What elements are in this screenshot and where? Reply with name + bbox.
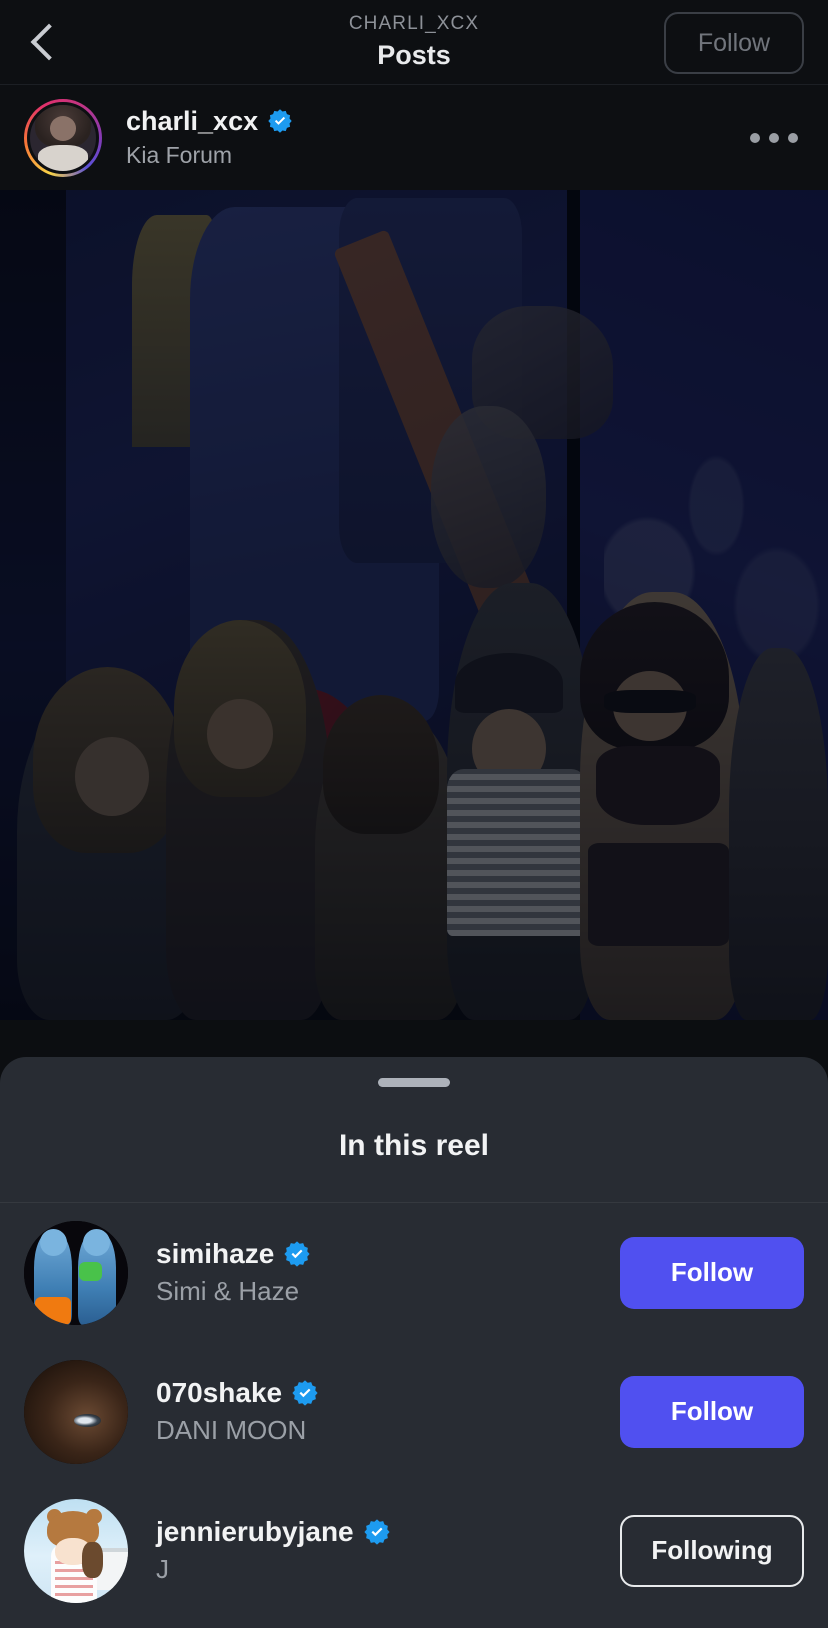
drag-handle[interactable] xyxy=(378,1078,450,1087)
verified-badge-icon xyxy=(267,108,293,134)
more-options-icon[interactable] xyxy=(744,119,804,157)
avatar[interactable] xyxy=(24,1498,128,1603)
header-follow-label: Follow xyxy=(697,28,771,57)
verified-badge-icon xyxy=(283,1240,311,1268)
list-item-fullname: Simi & Haze xyxy=(156,1276,300,1306)
following-button[interactable]: Following xyxy=(620,1514,804,1587)
follow-button[interactable]: Follow xyxy=(620,1236,804,1309)
user-info: jennierubyjane J xyxy=(156,1516,620,1585)
follow-button-label: Follow xyxy=(670,1396,754,1426)
post-author-info: charli_xcx Kia Forum xyxy=(126,106,744,170)
list-item-username[interactable]: jennierubyjane xyxy=(156,1516,354,1548)
post-location[interactable]: Kia Forum xyxy=(126,142,744,170)
user-info: simihaze Simi & Haze xyxy=(156,1238,620,1307)
chevron-left-icon xyxy=(30,23,68,61)
list-item[interactable]: 070shake DANI MOON Follow xyxy=(0,1342,828,1481)
back-button[interactable] xyxy=(0,0,90,85)
post-author-username[interactable]: charli_xcx xyxy=(126,106,258,137)
verified-badge-icon xyxy=(363,1518,391,1546)
nav-eyebrow: CHARLI_XCX xyxy=(348,12,480,34)
following-button-label: Following xyxy=(651,1535,773,1565)
user-info: 070shake DANI MOON xyxy=(156,1377,620,1446)
instagram-reel-screen: CHARLI_XCX Posts Follow charli_xcx Kia F… xyxy=(0,0,828,1628)
list-item[interactable]: jennierubyjane J Following xyxy=(0,1481,828,1620)
list-item-username[interactable]: simihaze xyxy=(156,1238,274,1270)
sheet-title: In this reel xyxy=(338,1129,490,1162)
list-item-fullname: J xyxy=(156,1554,169,1584)
avatar[interactable] xyxy=(24,1220,128,1325)
follow-button-label: Follow xyxy=(670,1257,754,1287)
in-this-reel-sheet: In this reel simihaze Simi & Haze Follow… xyxy=(0,1057,828,1628)
page-title: Posts xyxy=(377,39,451,70)
navigation-bar: CHARLI_XCX Posts Follow xyxy=(0,0,828,85)
verified-badge-icon xyxy=(291,1379,319,1407)
follow-button[interactable]: Follow xyxy=(620,1375,804,1448)
avatar xyxy=(27,101,99,174)
list-item-fullname: DANI MOON xyxy=(156,1415,307,1445)
list-item-username[interactable]: 070shake xyxy=(156,1377,282,1409)
list-item[interactable]: simihaze Simi & Haze Follow xyxy=(0,1203,828,1342)
post-header: charli_xcx Kia Forum xyxy=(0,85,828,190)
avatar-story-ring[interactable] xyxy=(24,98,102,177)
modal-scrim[interactable] xyxy=(0,190,828,1020)
avatar[interactable] xyxy=(24,1359,128,1464)
reel-video[interactable] xyxy=(0,190,828,1020)
header-follow-button[interactable]: Follow xyxy=(664,12,804,74)
